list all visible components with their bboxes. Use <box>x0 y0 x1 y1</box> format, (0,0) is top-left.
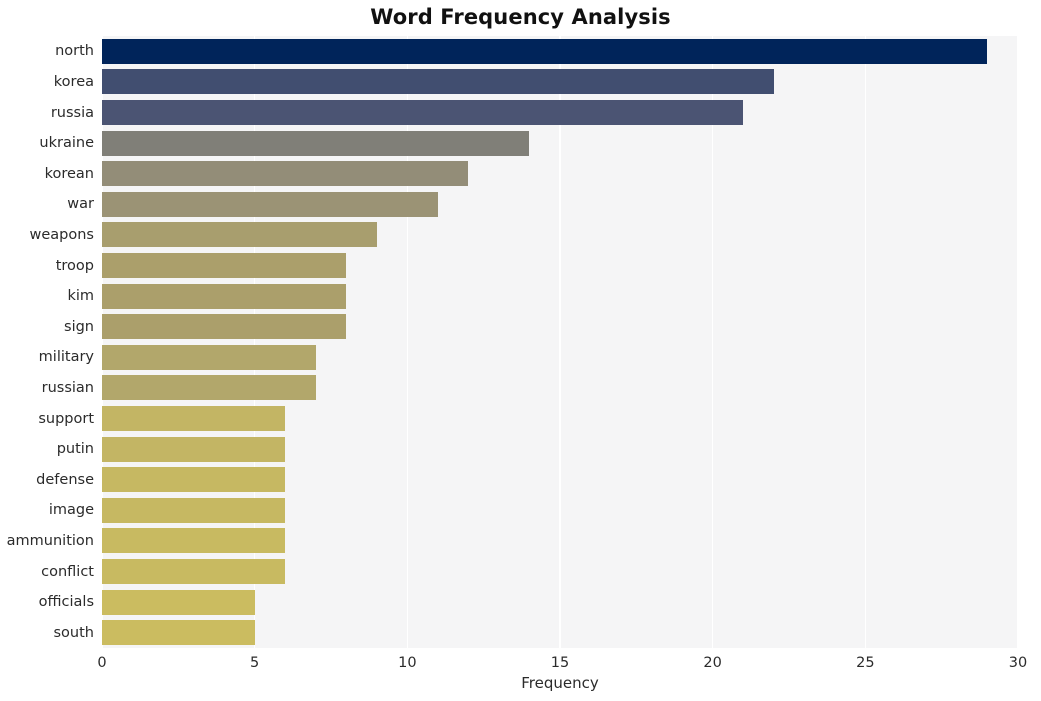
y-tick-label-ammunition: ammunition <box>6 532 94 549</box>
bar-troop[interactable] <box>102 252 347 279</box>
bar-sign[interactable] <box>102 314 347 340</box>
bar-slot <box>102 283 1018 309</box>
y-tick-label-image: image <box>48 502 94 519</box>
bar-korean[interactable] <box>102 161 469 187</box>
x-tick-label-25: 25 <box>856 655 875 671</box>
y-tick-label-weapons: weapons <box>29 226 95 243</box>
bar-russian[interactable] <box>102 375 316 401</box>
bar-slot <box>102 191 1018 217</box>
y-tick-label-support: support <box>38 410 94 427</box>
bar-ukraine[interactable] <box>102 130 530 156</box>
y-tick-label-defense: defense <box>36 471 94 488</box>
x-axis-title: Frequency <box>521 674 599 692</box>
y-axis-tick-labels: north korea russia ukraine korean war weapons t… <box>0 36 94 648</box>
bar-weapons[interactable] <box>102 222 377 248</box>
y-tick-label-conflict: conflict <box>41 563 94 580</box>
bar-slot <box>102 375 1018 401</box>
bar-officials[interactable] <box>102 589 255 615</box>
bars-layer <box>102 36 1018 648</box>
y-tick-label-putin: putin <box>56 440 94 457</box>
y-tick-label-korean: korean <box>44 165 94 182</box>
x-tick-label-10: 10 <box>398 655 417 671</box>
bar-slot <box>102 467 1018 493</box>
bar-south[interactable] <box>102 620 255 646</box>
y-tick-label-troop: troop <box>55 257 94 274</box>
bar-ammunition[interactable] <box>102 528 286 554</box>
x-tick-label-30: 30 <box>1008 655 1028 671</box>
x-tick-label-15: 15 <box>550 655 570 671</box>
bar-putin[interactable] <box>102 436 286 462</box>
y-tick-label-officials: officials <box>38 593 94 610</box>
bar-slot <box>102 528 1018 554</box>
bar-kim[interactable] <box>102 283 347 309</box>
bar-korea[interactable] <box>102 69 774 95</box>
bar-slot <box>102 589 1018 615</box>
plot-area <box>101 36 1019 648</box>
y-tick-label-sign: sign <box>64 318 94 335</box>
bar-slot <box>102 38 1018 64</box>
bar-slot <box>102 130 1018 156</box>
x-tick-label-0: 0 <box>97 655 107 671</box>
bar-slot <box>102 620 1018 646</box>
bar-slot <box>102 405 1018 432</box>
bar-conflict[interactable] <box>102 558 286 585</box>
bar-slot <box>102 436 1018 462</box>
y-tick-label-kim: kim <box>67 287 94 304</box>
y-tick-label-ukraine: ukraine <box>39 134 94 151</box>
bar-slot <box>102 252 1018 279</box>
chart-title: Word Frequency Analysis <box>370 5 671 29</box>
bar-image[interactable] <box>102 497 286 523</box>
x-tick-label-5: 5 <box>250 655 260 671</box>
bar-defense[interactable] <box>102 467 286 493</box>
bar-slot <box>102 497 1018 523</box>
bar-slot <box>102 161 1018 187</box>
y-tick-label-military: military <box>38 349 94 366</box>
bar-war[interactable] <box>102 191 438 217</box>
bar-russia[interactable] <box>102 99 744 126</box>
y-tick-label-russian: russian <box>41 379 94 396</box>
y-tick-label-north: north <box>55 43 94 60</box>
bar-slot <box>102 344 1018 370</box>
word-frequency-bar-chart: Word Frequency Analysis north korea russia… <box>0 0 1041 701</box>
bar-slot <box>102 99 1018 126</box>
y-tick-label-korea: korea <box>53 73 94 90</box>
bar-military[interactable] <box>102 344 316 370</box>
x-tick-label-20: 20 <box>703 655 722 671</box>
bar-slot <box>102 69 1018 95</box>
bar-slot <box>102 558 1018 585</box>
bar-slot <box>102 314 1018 340</box>
y-tick-label-war: war <box>67 196 94 213</box>
y-tick-label-south: south <box>53 624 95 641</box>
bar-slot <box>102 222 1018 248</box>
bar-support[interactable] <box>102 405 286 432</box>
bar-north[interactable] <box>102 38 988 64</box>
y-tick-label-russia: russia <box>50 104 94 121</box>
